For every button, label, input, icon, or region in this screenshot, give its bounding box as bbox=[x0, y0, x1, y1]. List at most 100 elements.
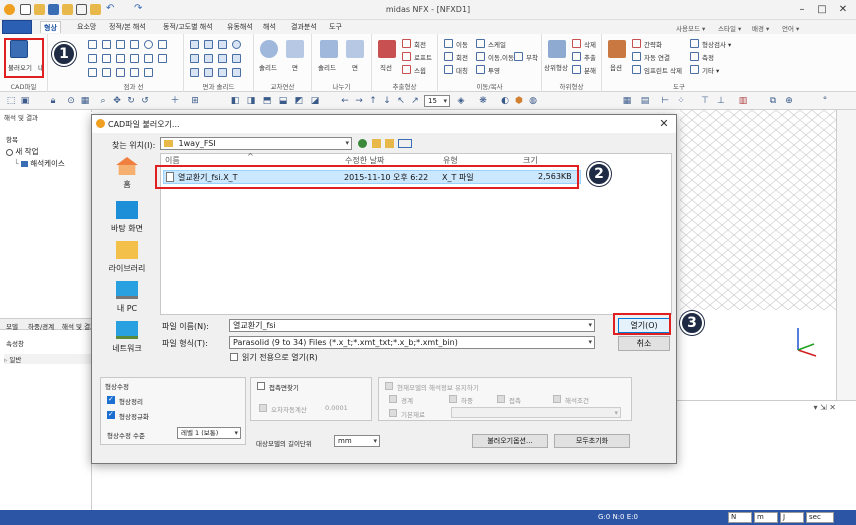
shape-check-label[interactable]: 형상검사 ▾ bbox=[702, 39, 731, 49]
import-options-button[interactable]: 불러오기옵션... bbox=[472, 434, 548, 448]
arrow-left-icon[interactable]: ← bbox=[340, 96, 350, 106]
break-icon[interactable] bbox=[130, 54, 139, 63]
options-icon[interactable] bbox=[608, 40, 626, 58]
filename-input[interactable]: 열교환기_fsi ▾ bbox=[229, 319, 595, 332]
zoom-fit-icon[interactable]: ⊙ bbox=[66, 96, 76, 106]
rotate-angle-select[interactable]: 15 ▾ bbox=[424, 95, 450, 107]
close-window-button[interactable]: ✕ bbox=[836, 3, 850, 17]
loft-icon[interactable] bbox=[402, 52, 411, 61]
edge-icon[interactable]: ⊢ bbox=[660, 96, 670, 106]
mirror-icon[interactable] bbox=[444, 65, 453, 74]
close-icon[interactable]: ✕ bbox=[658, 117, 670, 130]
use-mode-menu[interactable]: 사용모드 ▾ bbox=[676, 23, 705, 33]
torus-icon[interactable] bbox=[190, 54, 199, 63]
view-menu-icon[interactable] bbox=[398, 139, 412, 148]
move-copy-icon[interactable] bbox=[476, 52, 485, 61]
shell-icon[interactable] bbox=[232, 54, 241, 63]
color-icon[interactable]: ⬢ bbox=[514, 96, 524, 106]
shape-check-icon[interactable] bbox=[690, 39, 699, 48]
face-patch-icon[interactable] bbox=[232, 68, 241, 77]
cross-icon[interactable] bbox=[116, 68, 125, 77]
shape-normalize-checkbox[interactable] bbox=[107, 410, 115, 419]
extrude-icon[interactable] bbox=[378, 40, 396, 58]
scale-icon[interactable] bbox=[476, 39, 485, 48]
arrow-up-icon[interactable]: ↑ bbox=[368, 96, 378, 106]
cone-icon[interactable] bbox=[218, 40, 227, 49]
property-icon[interactable]: ▥ bbox=[738, 96, 748, 106]
label-icon[interactable]: ⊤ bbox=[700, 96, 710, 106]
chamfer-icon[interactable] bbox=[158, 54, 167, 63]
reset-all-button[interactable]: 모두초기화 bbox=[554, 434, 630, 448]
filter-icon[interactable]: ▣ bbox=[20, 96, 30, 106]
unit-force-select[interactable]: N bbox=[728, 512, 752, 523]
table-icon[interactable]: ▤ bbox=[640, 96, 650, 106]
attach-icon[interactable] bbox=[514, 52, 523, 61]
tab-dynamic[interactable]: 동적/고도별 해석 bbox=[160, 21, 216, 33]
divide-face-icon[interactable] bbox=[346, 40, 364, 58]
extend-icon[interactable] bbox=[102, 54, 111, 63]
simplify-icon[interactable] bbox=[632, 39, 641, 48]
cylinder-icon[interactable] bbox=[204, 40, 213, 49]
look-in-select[interactable]: 1way_FSI ▾ bbox=[160, 137, 352, 150]
solid-boolean-icon[interactable] bbox=[260, 40, 278, 58]
up-folder-icon[interactable] bbox=[372, 139, 381, 148]
tab-static[interactable]: 정적/본 해석 bbox=[106, 21, 149, 33]
etc-label[interactable]: 기타 ▾ bbox=[702, 65, 719, 75]
query-icon[interactable]: ⊥ bbox=[716, 96, 726, 106]
tangent-icon[interactable] bbox=[130, 68, 139, 77]
group-icon[interactable]: ⊕ bbox=[784, 96, 794, 106]
properties-general[interactable]: ▹ 일반 bbox=[4, 354, 92, 364]
select-icon[interactable]: ⬚ bbox=[6, 96, 16, 106]
fillet-icon[interactable] bbox=[158, 40, 167, 49]
tree-item-new-work[interactable]: 새 작업 bbox=[6, 146, 38, 157]
pan-icon[interactable]: ✥ bbox=[112, 96, 122, 106]
place-network[interactable]: 네트워크 bbox=[96, 321, 158, 354]
display-mode-icon[interactable]: ◈ bbox=[456, 96, 466, 106]
layer-icon[interactable]: ⧉ bbox=[768, 96, 778, 106]
shape-fix-level-select[interactable]: 레벨 1 (보통) ▾ bbox=[177, 427, 241, 439]
move-icon[interactable] bbox=[444, 39, 453, 48]
place-this-pc[interactable]: 내 PC bbox=[96, 281, 158, 314]
arrow-diag-left-icon[interactable]: ↖ bbox=[396, 96, 406, 106]
project-icon[interactable] bbox=[476, 65, 485, 74]
graphics-viewport[interactable] bbox=[680, 110, 856, 400]
sphere-icon[interactable] bbox=[232, 40, 241, 49]
lock-icon[interactable]: 🔒︎ bbox=[48, 96, 58, 106]
tab-load-boundary[interactable]: 하중/경계 bbox=[28, 321, 54, 331]
view-front-icon[interactable]: ◧ bbox=[230, 96, 240, 106]
tab-cfd[interactable]: 유동해석 bbox=[224, 21, 256, 33]
measure-icon[interactable] bbox=[690, 52, 699, 61]
tab-tools[interactable]: 도구 bbox=[326, 21, 345, 33]
spline-icon[interactable] bbox=[130, 40, 139, 49]
line-icon[interactable] bbox=[88, 68, 97, 77]
render-mode-icon[interactable]: ❋ bbox=[478, 96, 488, 106]
sweep-icon[interactable] bbox=[402, 65, 411, 74]
shade-icon[interactable]: ◐ bbox=[500, 96, 510, 106]
rectangle-icon[interactable] bbox=[144, 68, 153, 77]
view-bottom-icon[interactable]: ⬓ bbox=[278, 96, 288, 106]
filetype-select[interactable]: Parasolid (9 to 34) Files (*.x_t;*.xmt_t… bbox=[229, 336, 595, 349]
surface-icon[interactable] bbox=[204, 68, 213, 77]
face-boolean-icon[interactable] bbox=[286, 40, 304, 58]
tab-mesh[interactable]: 요소망 bbox=[74, 21, 99, 33]
minimize-button[interactable]: – bbox=[795, 3, 809, 17]
view-right-icon[interactable]: ◪ bbox=[310, 96, 320, 106]
prism-icon[interactable] bbox=[218, 54, 227, 63]
place-home[interactable]: 홈 bbox=[96, 157, 158, 190]
cancel-button[interactable]: 취소 bbox=[618, 336, 670, 351]
etc-icon[interactable] bbox=[690, 65, 699, 74]
unit-length-select[interactable]: m bbox=[754, 512, 778, 523]
zoom-icon[interactable]: ⌕ bbox=[98, 96, 108, 106]
shape-clean-checkbox[interactable] bbox=[107, 395, 115, 404]
transparency-icon[interactable]: ◍ bbox=[528, 96, 538, 106]
delete-icon[interactable] bbox=[572, 39, 581, 48]
tab-results[interactable]: 결과분석 bbox=[288, 21, 320, 33]
tab-model[interactable]: 모델 bbox=[6, 321, 18, 331]
tab-geometry[interactable]: 형상 bbox=[40, 21, 61, 33]
view-back-icon[interactable]: ◨ bbox=[246, 96, 256, 106]
circle-icon[interactable] bbox=[144, 40, 153, 49]
app-menu-button[interactable] bbox=[2, 20, 32, 34]
zoom-window-icon[interactable]: ▦ bbox=[80, 96, 90, 106]
auto-connect-icon[interactable] bbox=[632, 52, 641, 61]
imprint-delete-icon[interactable] bbox=[632, 65, 641, 74]
